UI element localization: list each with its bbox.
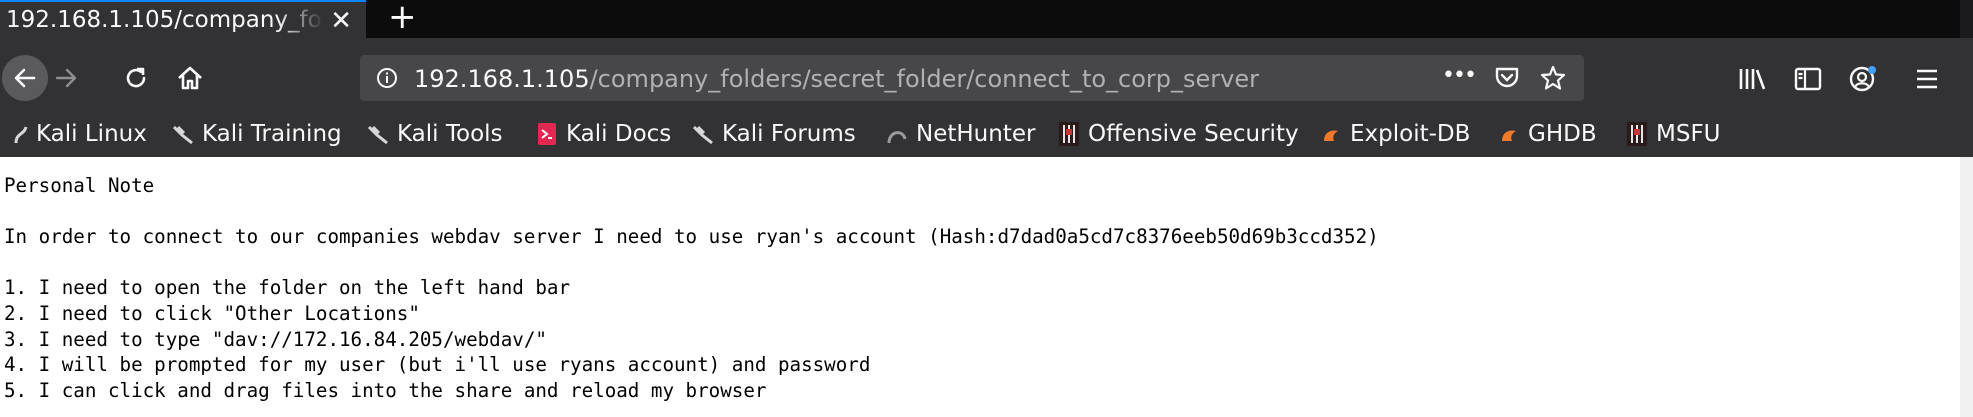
docs-icon (536, 122, 558, 146)
bookmark-ghdb[interactable]: GHDB (1498, 121, 1597, 147)
nav-toolbar: 192.168.1.105/company_folders/secret_fol… (0, 38, 1973, 120)
bookmark-label: Kali Docs (566, 121, 672, 147)
page-actions-icon[interactable]: ••• (1442, 63, 1477, 88)
nethunter-icon (886, 122, 908, 146)
bookmark-label: NetHunter (916, 121, 1036, 147)
bookmark-label: Kali Linux (36, 121, 147, 147)
scrollbar[interactable] (1960, 157, 1973, 417)
forward-button[interactable] (44, 56, 88, 100)
note-line: In order to connect to our companies web… (4, 225, 1379, 249)
reload-button[interactable] (114, 56, 158, 100)
exploit-db-icon (1320, 122, 1342, 146)
url-bar[interactable]: 192.168.1.105/company_folders/secret_fol… (360, 55, 1584, 101)
bookmark-msfu[interactable]: MSFU (1626, 121, 1721, 147)
bookmark-nethunter[interactable]: NetHunter (886, 121, 1035, 147)
bookmark-kali-training[interactable]: Kali Training (172, 121, 342, 147)
new-tab-icon[interactable]: + (388, 0, 417, 34)
url-host: 192.168.1.105 (414, 65, 590, 93)
bookmark-kali-linux[interactable]: Kali Linux (14, 121, 147, 147)
bookmark-kali-tools[interactable]: Kali Tools (367, 121, 503, 147)
personal-note-text: Personal Note In order to connect to our… (4, 173, 1379, 403)
sidebar-icon[interactable] (1794, 66, 1822, 92)
ghdb-icon (1498, 122, 1520, 146)
bookmark-star-icon[interactable] (1540, 65, 1566, 91)
bookmark-label: Exploit-DB (1350, 121, 1471, 147)
forward-arrow-icon (55, 68, 77, 88)
tab-active[interactable]: 192.168.1.105/company_folders/secret_fol… (0, 0, 366, 38)
bookmarks-toolbar: Kali Linux Kali Training Kali Tools Kali… (0, 115, 1973, 157)
close-icon[interactable]: ✕ (330, 6, 352, 36)
library-icon[interactable] (1738, 66, 1766, 92)
kali-dragon-icon (367, 122, 389, 146)
url-text[interactable]: 192.168.1.105/company_folders/secret_fol… (414, 65, 1259, 93)
url-path: /company_folders/secret_folder/connect_t… (589, 65, 1260, 93)
note-line: 4. I will be prompted for my user (but i… (4, 353, 871, 377)
kali-dragon-icon (14, 122, 28, 146)
offsec-icon (1058, 122, 1080, 146)
note-line: Personal Note (4, 174, 155, 197)
back-button[interactable] (2, 55, 48, 101)
info-icon[interactable] (376, 67, 398, 89)
bookmark-label: GHDB (1528, 121, 1597, 147)
page-content: Personal Note In order to connect to our… (0, 157, 1960, 417)
kali-dragon-icon (172, 122, 194, 146)
menu-icon[interactable] (1914, 67, 1940, 91)
bookmark-label: Kali Tools (397, 121, 503, 147)
note-line: 3. I need to type "dav://172.16.84.205/w… (4, 327, 547, 351)
home-button[interactable] (168, 56, 212, 100)
account-icon[interactable] (1848, 64, 1878, 94)
home-icon (178, 66, 202, 90)
note-line: 5. I can click and drag files into the s… (4, 378, 767, 402)
note-line: 1. I need to open the folder on the left… (4, 276, 571, 300)
reload-icon (126, 67, 146, 88)
bookmark-label: Offensive Security (1088, 121, 1299, 147)
offsec-icon (1626, 122, 1648, 146)
pocket-icon[interactable] (1494, 66, 1520, 90)
bookmark-kali-docs[interactable]: Kali Docs (536, 121, 671, 147)
bookmark-kali-forums[interactable]: Kali Forums (692, 121, 856, 147)
bookmark-label: MSFU (1656, 121, 1721, 147)
note-line: 2. I need to click "Other Locations" (4, 301, 420, 325)
bookmark-label: Kali Forums (722, 121, 856, 147)
bookmark-exploit-db[interactable]: Exploit-DB (1320, 121, 1470, 147)
tab-strip: 192.168.1.105/company_folders/secret_fol… (0, 0, 1973, 38)
tab-title: 192.168.1.105/company_folders/secret_fol… (6, 7, 324, 33)
back-arrow-icon (14, 68, 36, 88)
kali-dragon-icon (692, 122, 714, 146)
bookmark-label: Kali Training (202, 121, 342, 147)
bookmark-offensive-security[interactable]: Offensive Security (1058, 121, 1299, 147)
